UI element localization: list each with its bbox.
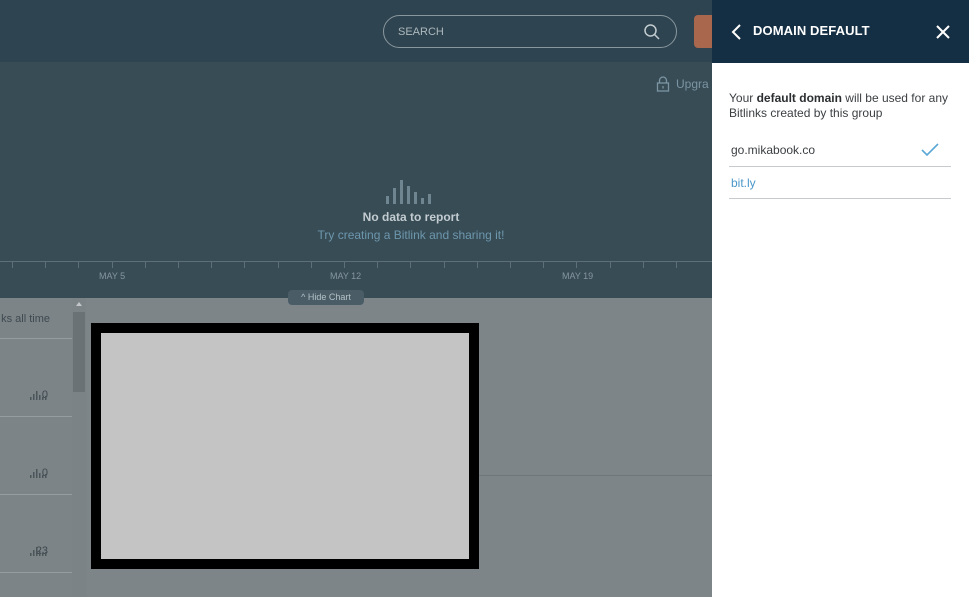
search-icon[interactable] [643,23,661,41]
panel-title: DOMAIN DEFAULT [753,23,870,38]
hide-chart-button[interactable]: ^ Hide Chart [288,290,364,305]
sparkline-icon [30,469,47,478]
clicks-all-time-label: ks all time [1,313,50,325]
x-axis-tick [78,261,79,268]
scrollbar-thumb[interactable] [73,312,85,392]
x-axis-tick [543,261,544,268]
x-axis-tick [244,261,245,268]
row-divider [0,572,72,573]
x-axis-tick [444,261,445,268]
x-axis-tick [178,261,179,268]
x-axis-label: MAY 12 [330,271,362,281]
x-axis-tick [311,261,312,268]
x-axis-tick [410,261,411,268]
x-axis-tick [45,261,46,268]
chart-area [0,62,712,298]
search-input[interactable] [398,23,628,41]
list-header: ks all time [0,298,72,338]
check-icon [921,143,939,157]
upgrade-label: Upgra [676,77,709,91]
domain-option[interactable]: go.mikabook.co [729,134,951,166]
redacted-area-inner [101,333,469,559]
x-axis-tick [278,261,279,268]
domain-divider [729,198,951,199]
row-divider [0,338,72,339]
scroll-up-arrow-icon[interactable] [76,302,82,306]
x-axis-label: MAY 5 [99,271,126,281]
panel-description: Your default domain will be used for any… [729,91,948,120]
upgrade-link[interactable]: Upgra [656,74,709,94]
create-button[interactable] [694,15,712,48]
domain-default-panel [712,0,969,597]
domain-name: go.mikabook.co [731,143,816,157]
bar-chart-icon [386,180,431,204]
lock-icon [656,76,670,92]
x-axis-tick [477,261,478,268]
no-data-message: No data to report [362,210,460,224]
x-axis-tick [510,261,511,268]
close-icon[interactable] [935,24,951,40]
chevron-left-icon[interactable] [731,22,743,42]
search-box[interactable] [383,15,677,48]
x-axis-tick [344,261,345,268]
x-axis-tick [377,261,378,268]
x-axis-tick [610,261,611,268]
x-axis-tick [643,261,644,268]
x-axis-tick [145,261,146,268]
sparkline-icon [30,547,47,556]
create-bitlink-hint[interactable]: Try creating a Bitlink and sharing it! [0,228,822,242]
x-axis-tick [211,261,212,268]
row-divider [0,416,72,417]
x-axis-tick [12,261,13,268]
x-axis-tick [576,261,577,268]
x-axis-tick [676,261,677,268]
domain-name: bit.ly [731,176,756,190]
domain-option[interactable]: bit.ly [729,167,951,199]
x-axis-label: MAY 19 [562,271,594,281]
x-axis [0,261,712,262]
row-divider [0,494,72,495]
x-axis-tick [112,261,113,268]
sparkline-icon [30,391,47,400]
content-divider [478,475,712,476]
default-domain-emphasis: default domain [756,91,842,105]
